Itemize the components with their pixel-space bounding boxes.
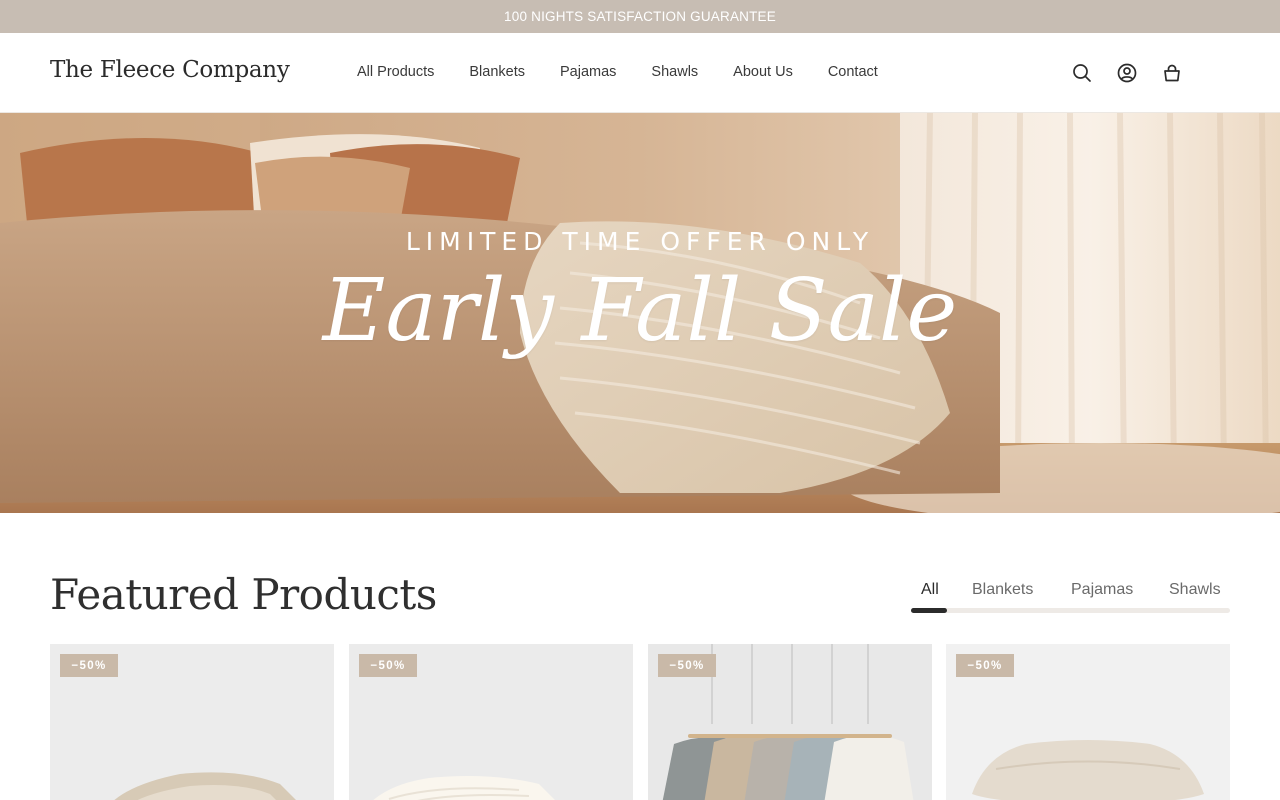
product-card[interactable]: −50% [648, 644, 932, 800]
site-header: The Fleece Company All Products Blankets… [0, 33, 1280, 113]
tab-pajamas[interactable]: Pajamas [1071, 581, 1133, 599]
nav-blankets[interactable]: Blankets [469, 64, 525, 80]
hero-kicker: LIMITED TIME OFFER ONLY [405, 227, 875, 256]
account-icon[interactable] [1116, 62, 1137, 83]
nav-pajamas[interactable]: Pajamas [560, 64, 616, 80]
tab-scroll-track[interactable] [911, 608, 1230, 613]
nav-all-products[interactable]: All Products [357, 64, 434, 80]
announcement-bar: 100 NIGHTS SATISFACTION GUARANTEE [0, 0, 1280, 33]
announcement-text: 100 NIGHTS SATISFACTION GUARANTEE [504, 9, 776, 24]
discount-badge: −50% [359, 654, 417, 677]
tab-blankets[interactable]: Blankets [972, 581, 1033, 599]
featured-products-title: Featured Products [50, 570, 437, 619]
tab-all[interactable]: All [921, 581, 939, 599]
discount-badge: −50% [956, 654, 1014, 677]
main-nav: All Products Blankets Pajamas Shawls Abo… [357, 64, 913, 80]
tab-shawls[interactable]: Shawls [1169, 581, 1221, 599]
product-card[interactable]: −50% [50, 644, 334, 800]
site-logo[interactable]: The Fleece Company [50, 57, 290, 83]
nav-about-us[interactable]: About Us [733, 64, 793, 80]
product-card[interactable]: −50% [349, 644, 633, 800]
product-grid: −50% −50% −50% −50% [50, 644, 1230, 800]
nav-shawls[interactable]: Shawls [651, 64, 698, 80]
search-icon[interactable] [1071, 62, 1092, 83]
discount-badge: −50% [658, 654, 716, 677]
header-icons [1071, 62, 1182, 83]
cart-icon[interactable] [1161, 62, 1182, 83]
featured-tabs: All Blankets Pajamas Shawls [911, 581, 1230, 613]
product-card[interactable]: −50% [946, 644, 1230, 800]
discount-badge: −50% [60, 654, 118, 677]
hero-headline: Early Fall Sale [322, 261, 958, 361]
hero-banner[interactable]: LIMITED TIME OFFER ONLY Early Fall Sale [0, 113, 1280, 513]
tab-active-indicator [911, 608, 947, 613]
nav-contact[interactable]: Contact [828, 64, 878, 80]
